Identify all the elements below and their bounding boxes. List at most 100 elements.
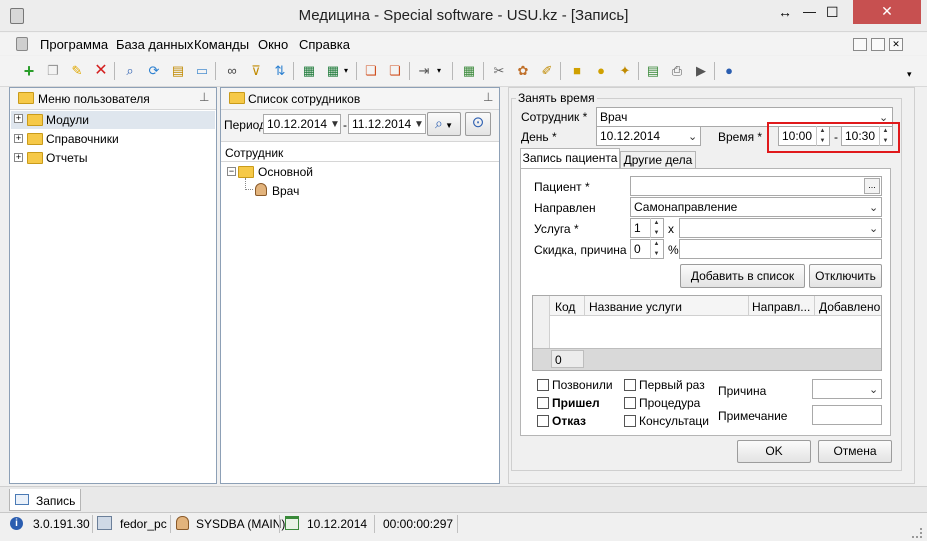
came-checkbox[interactable] [537,397,549,409]
consultation-label[interactable]: Консультаци [639,414,709,428]
play-icon[interactable]: ▶ [691,61,711,81]
patient-browse-button[interactable]: ... [864,178,880,194]
expand-icon[interactable]: + [14,134,23,143]
mdi-close-button[interactable]: ✕ [889,38,903,51]
status-divider [170,515,171,533]
mdi-minimize-button[interactable] [853,38,867,51]
menu-database[interactable]: База данных [116,37,193,52]
filter-icon[interactable]: ⊽ [246,61,266,81]
tab-patient-record[interactable]: Запись пациента [520,148,620,169]
grid-col-service-name[interactable]: Название услуги [589,300,682,314]
menu-help[interactable]: Справка [299,37,350,52]
consultation-checkbox[interactable] [624,415,636,427]
print-icon[interactable]: ⎙ [667,61,687,81]
new-window-icon[interactable]: ❏ [361,61,381,81]
first-time-checkbox[interactable] [624,379,636,391]
add-to-list-button[interactable]: Добавить в список [680,264,805,288]
day-select[interactable]: 10.12.2014 [596,126,701,146]
refused-label[interactable]: Отказ [552,414,586,428]
grid-col-added[interactable]: Добавлено [819,300,880,314]
cancel-button[interactable]: Отмена [818,440,892,463]
came-label[interactable]: Пришел [552,396,600,410]
ellipsis-label: ... [868,180,876,190]
chevron-down-icon[interactable]: ⌄ [869,383,878,396]
menu-window[interactable]: Окно [258,37,288,52]
grid-col-direction[interactable]: Направл... [752,300,810,314]
first-time-label[interactable]: Первый раз [639,378,705,392]
move-icon[interactable]: ↔ [778,4,792,20]
wizard-icon[interactable]: ✦ [615,61,635,81]
chevron-down-icon[interactable]: ▼ [330,119,340,130]
table-icon[interactable]: ▤ [643,61,663,81]
search-icon[interactable]: ⌕ [120,61,140,81]
menu-commands[interactable]: Команды [194,37,249,52]
pin-icon[interactable]: ⊥ [483,90,493,104]
tree-item-doctor[interactable]: Врач [272,184,299,198]
resize-grip-icon[interactable] [912,528,922,538]
export-dropdown-icon[interactable]: ▾ [341,61,351,81]
chevron-down-icon[interactable]: ▼ [414,119,424,130]
exit-dropdown-icon[interactable]: ▾ [434,61,444,81]
users-icon[interactable]: ● [591,61,611,81]
tree-item-directories[interactable]: Справочники [46,132,119,146]
clock-button[interactable]: ⊙ [465,112,491,136]
calendar-icon[interactable]: ▦ [459,61,479,81]
mdi-restore-button[interactable] [871,38,885,51]
chevron-down-icon[interactable]: ⌄ [869,222,878,235]
export-excel-icon[interactable]: ▦ [299,61,319,81]
help-icon[interactable]: ● [719,61,739,81]
exit-icon[interactable]: ⇥ [414,61,434,81]
called-checkbox[interactable] [537,379,549,391]
time-to-spinner[interactable]: ▲ ▼ [879,126,891,146]
delete-icon[interactable]: ✕ [91,61,111,81]
chevron-down-icon[interactable]: ⌄ [869,201,878,214]
tree-item-modules[interactable]: Модули [46,113,89,127]
service-select[interactable] [679,218,882,238]
toolbar-overflow-icon[interactable]: ▾ [907,69,912,80]
search-period-button[interactable]: ⌕ ▼ [427,112,461,136]
refresh-icon[interactable]: ⟳ [144,61,164,81]
direction-select[interactable]: Самонаправление [630,197,882,217]
discount-reason-field[interactable] [679,239,882,259]
patient-field[interactable] [630,176,882,196]
tree-item-reports[interactable]: Отчеты [46,151,87,165]
collapse-icon[interactable]: − [227,167,236,176]
refused-checkbox[interactable] [537,415,549,427]
ok-button[interactable]: OK [737,440,811,463]
export-icon[interactable]: ▦ [323,61,343,81]
procedure-label[interactable]: Процедура [639,396,700,410]
copy-icon[interactable]: ❐ [43,61,63,81]
close-button[interactable]: ✕ [853,0,921,24]
pin-icon[interactable]: ⊥ [199,90,209,104]
sort-icon[interactable]: ⇅ [270,61,290,81]
note-icon[interactable]: ✐ [537,61,557,81]
percent-sign: % [668,243,679,257]
form-icon [15,494,29,505]
chevron-down-icon[interactable]: ⌄ [688,130,697,143]
discount-spinner[interactable]: ▲ ▼ [650,239,662,259]
menu-program[interactable]: Программа [40,37,108,52]
new-item-icon[interactable]: ❏ [385,61,405,81]
search-icon: ⌕ [435,115,443,131]
add-icon[interactable]: + [19,61,39,81]
tools-icon[interactable]: ✂ [489,61,509,81]
minimize-button[interactable]: — [803,4,816,19]
lock-icon[interactable]: ■ [567,61,587,81]
time-from-spinner[interactable]: ▲ ▼ [816,126,828,146]
expand-icon[interactable]: + [14,114,23,123]
grid-col-code[interactable]: Код [555,300,575,314]
procedure-checkbox[interactable] [624,397,636,409]
binoculars-icon[interactable]: ∞ [222,61,242,81]
comment-icon[interactable]: ▭ [192,61,212,81]
tab-other-tasks[interactable]: Другие дела [620,151,696,169]
note-field[interactable] [812,405,882,425]
disable-button[interactable]: Отключить [809,264,882,288]
edit-icon[interactable]: ✎ [67,61,87,81]
import-icon[interactable]: ▤ [168,61,188,81]
service-qty-spinner[interactable]: ▲ ▼ [650,218,662,238]
tree-group-main[interactable]: Основной [258,165,313,179]
expand-icon[interactable]: + [14,153,23,162]
maximize-button[interactable]: ☐ [826,4,839,21]
called-label[interactable]: Позвонили [552,378,613,392]
palette-icon[interactable]: ✿ [513,61,533,81]
